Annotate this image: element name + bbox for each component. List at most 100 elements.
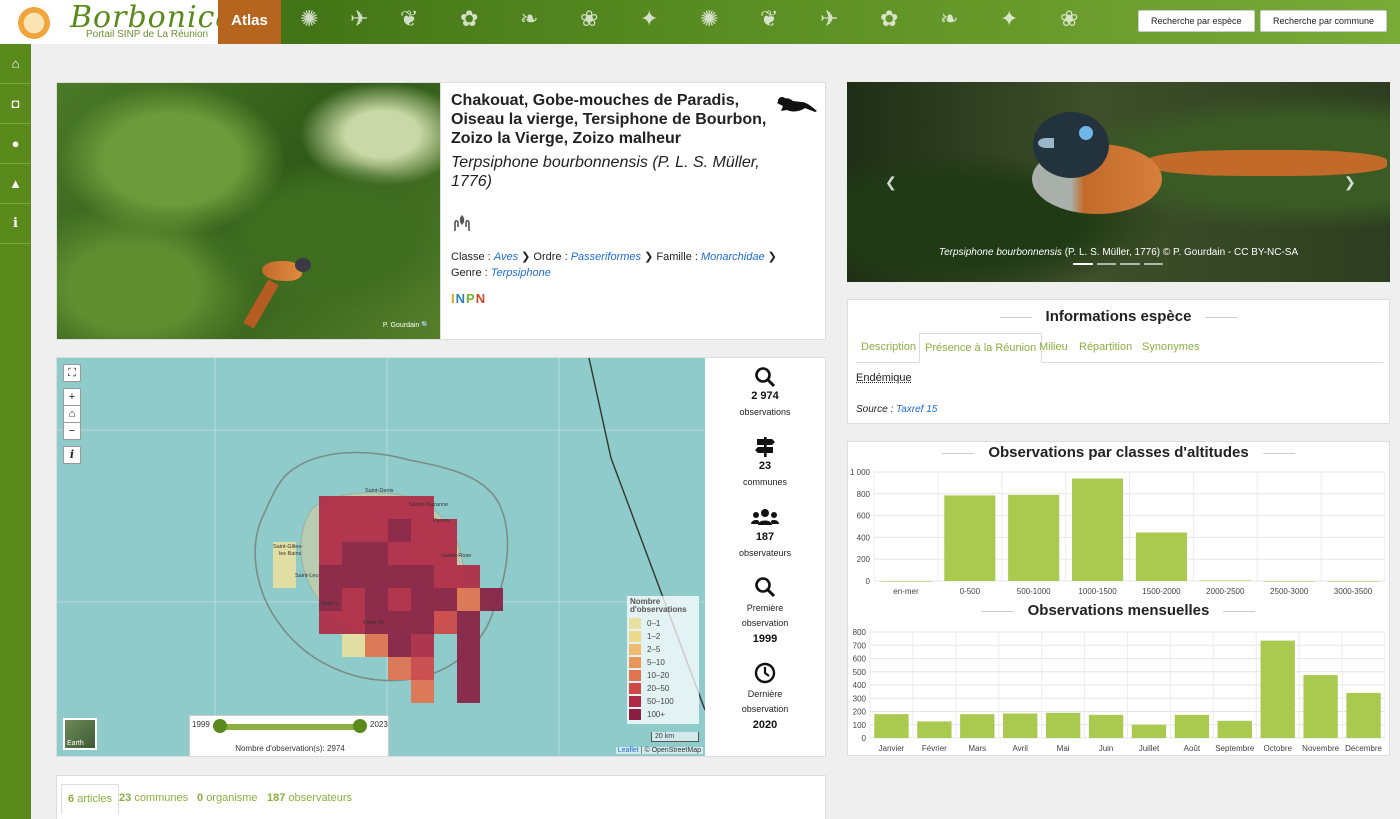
heatmap-cell[interactable] bbox=[480, 588, 503, 611]
heatmap-cell[interactable] bbox=[342, 588, 365, 611]
heatmap-cell[interactable] bbox=[319, 611, 342, 634]
bar[interactable] bbox=[1174, 714, 1210, 738]
carousel-next-icon[interactable]: ❯ bbox=[1344, 174, 1356, 191]
species-main-photo[interactable]: P. Gourdain 🔍 bbox=[56, 82, 441, 340]
sidebar-user-icon[interactable]: ● bbox=[0, 124, 31, 164]
heatmap-cell[interactable] bbox=[273, 565, 296, 588]
carousel-indicator[interactable] bbox=[1073, 263, 1093, 265]
heatmap-cell[interactable] bbox=[388, 519, 411, 542]
bar[interactable] bbox=[917, 721, 952, 738]
heatmap-cell[interactable] bbox=[319, 519, 342, 542]
source-link[interactable]: Taxref 15 bbox=[896, 404, 937, 415]
heatmap-cell[interactable] bbox=[342, 634, 365, 657]
genre-link[interactable]: Terpsiphone bbox=[491, 267, 551, 279]
heatmap-cell[interactable] bbox=[457, 657, 480, 680]
heatmap-cell[interactable] bbox=[342, 565, 365, 588]
heatmap-cell[interactable] bbox=[457, 611, 480, 634]
heatmap-cell[interactable] bbox=[388, 611, 411, 634]
heatmap-cell[interactable] bbox=[365, 634, 388, 657]
heatmap-cell[interactable] bbox=[457, 588, 480, 611]
bar[interactable] bbox=[1088, 714, 1124, 738]
slider-end-handle[interactable] bbox=[353, 719, 367, 733]
search-commune-button[interactable]: Recherche par commune bbox=[1260, 10, 1388, 32]
heatmap-cell[interactable] bbox=[319, 496, 342, 519]
sidebar-graduation-cap-icon[interactable]: ▲ bbox=[0, 164, 31, 204]
fullscreen-button[interactable]: ⛶ bbox=[63, 364, 81, 382]
bar[interactable] bbox=[1199, 580, 1251, 582]
ordre-link[interactable]: Passeriformes bbox=[571, 251, 641, 263]
heatmap-cell[interactable] bbox=[457, 680, 480, 703]
earth-layer-toggle[interactable]: Earth bbox=[63, 718, 97, 750]
tab-repartition[interactable]: Répartition bbox=[1074, 333, 1137, 363]
heatmap-cell[interactable] bbox=[342, 611, 365, 634]
heatmap-cell[interactable] bbox=[411, 611, 434, 634]
carousel-indicator[interactable] bbox=[1096, 263, 1116, 265]
bar[interactable] bbox=[1008, 494, 1060, 581]
bar[interactable] bbox=[944, 495, 996, 581]
classe-link[interactable]: Aves bbox=[494, 251, 518, 263]
tab-articles[interactable]: 6 articles bbox=[61, 784, 120, 814]
tab-organisme[interactable]: 0 organisme bbox=[191, 784, 264, 814]
heatmap-cell[interactable] bbox=[342, 542, 365, 565]
heatmap-cell[interactable] bbox=[457, 565, 480, 588]
bar[interactable] bbox=[1003, 713, 1038, 738]
leaflet-link[interactable]: Leaflet bbox=[618, 747, 639, 754]
carousel-prev-icon[interactable]: ❮ bbox=[885, 174, 897, 191]
famille-link[interactable]: Monarchidae bbox=[701, 251, 765, 263]
search-species-button[interactable]: Recherche par espèce bbox=[1138, 10, 1255, 32]
heatmap-cell[interactable] bbox=[319, 565, 342, 588]
heatmap-cell[interactable] bbox=[411, 634, 434, 657]
bar[interactable] bbox=[1131, 724, 1167, 738]
heatmap-cell[interactable] bbox=[319, 588, 342, 611]
tab-presence[interactable]: Présence à la Réunion bbox=[919, 333, 1043, 363]
heatmap-cell[interactable] bbox=[411, 588, 434, 611]
inpn-logo[interactable]: INPN bbox=[451, 291, 486, 306]
heatmap-cell[interactable] bbox=[388, 565, 411, 588]
bar[interactable] bbox=[874, 714, 909, 738]
zoom-icon[interactable]: 🔍 bbox=[421, 322, 430, 329]
bar[interactable] bbox=[1045, 712, 1081, 738]
bar[interactable] bbox=[880, 581, 932, 582]
atlas-button[interactable]: Atlas bbox=[218, 0, 281, 44]
heatmap-cell[interactable] bbox=[365, 496, 388, 519]
sidebar-info-icon[interactable]: i bbox=[0, 204, 31, 244]
heatmap-cell[interactable] bbox=[434, 611, 457, 634]
slider-start-handle[interactable] bbox=[213, 719, 227, 733]
logo-block[interactable]: Borbonica Portail SINP de La Réunion bbox=[0, 0, 233, 44]
heatmap-cell[interactable] bbox=[388, 542, 411, 565]
bar[interactable] bbox=[1217, 720, 1252, 738]
tab-milieu[interactable]: Milieu bbox=[1034, 333, 1073, 363]
heatmap-cell[interactable] bbox=[411, 519, 434, 542]
tab-synonymes[interactable]: Synonymes bbox=[1137, 333, 1204, 363]
bar[interactable] bbox=[1303, 675, 1338, 738]
bar[interactable] bbox=[1263, 581, 1315, 582]
bar[interactable] bbox=[1260, 640, 1295, 738]
heatmap-cell[interactable] bbox=[411, 565, 434, 588]
map-info-icon[interactable]: i bbox=[63, 446, 81, 464]
heatmap-cell[interactable] bbox=[457, 634, 480, 657]
heatmap-cell[interactable] bbox=[388, 634, 411, 657]
heatmap-cell[interactable] bbox=[434, 565, 457, 588]
heatmap-cell[interactable] bbox=[434, 588, 457, 611]
heatmap-cell[interactable] bbox=[388, 657, 411, 680]
bar[interactable] bbox=[1346, 692, 1381, 738]
home-view-icon[interactable]: ⌂ bbox=[63, 405, 81, 423]
slider-track[interactable] bbox=[218, 724, 360, 730]
distribution-map[interactable]: Saint-Denis Sainte-Suzanne Saint-Gilles-… bbox=[57, 358, 705, 756]
zoom-in-button[interactable]: + bbox=[63, 388, 81, 406]
zoom-out-button[interactable]: − bbox=[63, 422, 81, 440]
bar[interactable] bbox=[1327, 581, 1379, 582]
heatmap-cell[interactable] bbox=[342, 519, 365, 542]
carousel-indicator[interactable] bbox=[1143, 263, 1163, 265]
heatmap-cell[interactable] bbox=[365, 519, 388, 542]
tab-communes[interactable]: 23 communes bbox=[113, 784, 194, 814]
heatmap-cell[interactable] bbox=[411, 542, 434, 565]
sidebar-camera-icon[interactable]: ◘ bbox=[0, 84, 31, 124]
heatmap-cell[interactable] bbox=[388, 588, 411, 611]
tab-observateurs[interactable]: 187 observateurs bbox=[261, 784, 358, 814]
carousel-indicator[interactable] bbox=[1120, 263, 1140, 265]
heatmap-cell[interactable] bbox=[388, 496, 411, 519]
heatmap-cell[interactable] bbox=[365, 565, 388, 588]
sidebar-home-icon[interactable]: ⌂ bbox=[0, 44, 31, 84]
bar[interactable] bbox=[1135, 532, 1187, 581]
